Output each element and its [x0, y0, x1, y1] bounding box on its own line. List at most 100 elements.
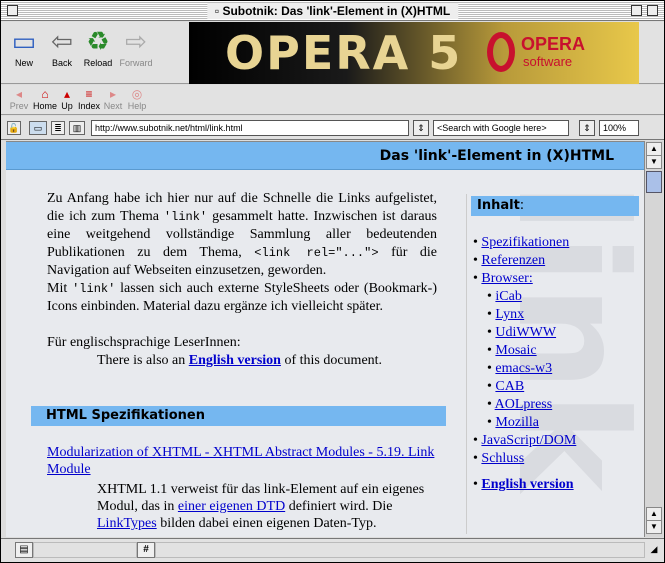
- hash-status-box[interactable]: #: [137, 542, 155, 558]
- spec-text-3: bilden dabei einen eigenen Daten-Typ.: [160, 516, 377, 531]
- toc-heading-text: Inhalt: [477, 198, 520, 213]
- toc-link-udiwww[interactable]: UdiWWW: [495, 325, 556, 340]
- toc-item: • Referenzen: [473, 253, 546, 268]
- zoom-field[interactable]: 100%: [599, 120, 639, 136]
- toc-link-aolpress[interactable]: AOLpress: [495, 397, 553, 412]
- page-title: Das 'link'-Element in (X)HTML: [379, 148, 614, 164]
- spec-text-2: definiert wird. Die: [288, 499, 393, 514]
- help-button[interactable]: ◎ Help: [125, 87, 149, 112]
- prev-icon: ◂: [15, 87, 23, 101]
- banner-headline: OPERA 5: [225, 26, 463, 80]
- spec-paragraph: XHTML 1.1 verweist für das link-Element …: [97, 481, 437, 532]
- resize-grip-icon[interactable]: ◢: [647, 542, 661, 558]
- toc-link-mozilla[interactable]: Mozilla: [495, 415, 539, 430]
- scroll-up-icon[interactable]: ▲: [646, 142, 662, 156]
- home-icon: ⌂: [41, 87, 49, 101]
- toc-link-emacs-w3[interactable]: emacs-w3: [495, 361, 552, 376]
- next-icon: ▸: [109, 87, 117, 101]
- next-label: Next: [103, 101, 123, 111]
- english-prefix: Für englischsprachige LeserInnen:: [47, 335, 241, 350]
- english-text-2: of this document.: [284, 353, 383, 368]
- reload-button[interactable]: ♻ Reload: [79, 24, 117, 82]
- toc-item: • Lynx: [487, 307, 525, 322]
- lock-icon[interactable]: 🔓: [7, 121, 21, 135]
- vertical-scrollbar[interactable]: ▲ ▼ ▲ ▼: [644, 141, 663, 537]
- index-label: Index: [77, 101, 101, 111]
- zoom-box[interactable]: [631, 5, 642, 16]
- status-bar: ▤ # ◢: [1, 538, 664, 562]
- toc-link-schluss[interactable]: Schluss: [481, 451, 524, 466]
- linktypes-link[interactable]: LinkTypes: [97, 516, 157, 531]
- forward-button[interactable]: ⇨ Forward: [117, 24, 155, 82]
- up-icon: ▴: [63, 87, 71, 101]
- collapse-box[interactable]: [647, 5, 658, 16]
- spec-link-xhtml-modules[interactable]: Modularization of XHTML - XHTML Abstract…: [47, 445, 434, 477]
- window-title-text: Subotnik: Das 'link'-Element in (X)HTML: [222, 4, 451, 18]
- forward-label: Forward: [119, 58, 153, 68]
- title-bar[interactable]: ▫ Subotnik: Das 'link'-Element in (X)HTM…: [1, 1, 664, 21]
- page-icon[interactable]: ▭: [29, 121, 47, 135]
- english-paragraph: There is also an English version of this…: [97, 352, 437, 370]
- next-button[interactable]: ▸ Next: [101, 87, 125, 112]
- intro-code-rel: <link rel="...">: [254, 246, 379, 260]
- prev-button[interactable]: ◂ Prev: [7, 87, 31, 112]
- dtd-link[interactable]: einer eigenen DTD: [178, 499, 285, 514]
- search-field[interactable]: <Search with Google here>: [433, 120, 569, 136]
- english-version-link[interactable]: English version: [189, 353, 281, 368]
- forward-arrow-icon: ⇨: [125, 26, 147, 56]
- toc-item: • English version: [473, 477, 574, 492]
- document-list-icon[interactable]: ≣: [51, 121, 65, 135]
- opera-banner-ad[interactable]: OPERA 5 OPERA software: [189, 22, 639, 84]
- toc-item: • iCab: [487, 289, 522, 304]
- scroll-up-bottom-icon[interactable]: ▲: [646, 507, 662, 521]
- scroll-down-icon[interactable]: ▼: [646, 520, 662, 534]
- toc-link-cab[interactable]: CAB: [495, 379, 524, 394]
- home-label: Home: [33, 101, 58, 111]
- toc-link-english-version[interactable]: English version: [481, 477, 573, 492]
- page-content: link Das 'link'-Element in (X)HTML Zu An…: [6, 141, 644, 537]
- toc-item: • Browser:: [473, 271, 533, 286]
- toc-link-referenzen[interactable]: Referenzen: [481, 253, 545, 268]
- toc-heading-colon: :: [519, 198, 525, 213]
- new-button[interactable]: ▭ New: [5, 24, 43, 82]
- url-field[interactable]: http://www.subotnik.net/html/link.html: [91, 120, 409, 136]
- panel-toggle-icon[interactable]: ▥: [69, 121, 85, 135]
- scroll-down-top-icon[interactable]: ▼: [646, 155, 662, 169]
- section-heading-specs: HTML Spezifikationen: [31, 406, 446, 426]
- spec-section: Modularization of XHTML - XHTML Abstract…: [47, 444, 437, 532]
- up-button[interactable]: ▴ Up: [55, 87, 79, 112]
- intro-paragraph: Zu Anfang habe ich hier nur auf die Schn…: [47, 190, 437, 280]
- document-icon: ▫: [214, 4, 223, 18]
- toc-item: • Mosaic: [487, 343, 537, 358]
- toc-link-browser[interactable]: Browser:: [481, 271, 532, 286]
- window-title: ▫ Subotnik: Das 'link'-Element in (X)HTM…: [206, 3, 459, 19]
- toc-link-icab[interactable]: iCab: [495, 289, 521, 304]
- home-button[interactable]: ⌂ Home: [33, 87, 57, 112]
- url-dropdown-button[interactable]: ⇕: [413, 120, 429, 136]
- banner-brand: OPERA: [521, 34, 586, 54]
- mit-code: 'link': [72, 282, 116, 296]
- index-button[interactable]: ≡ Index: [77, 87, 101, 112]
- back-arrow-icon: ⇦: [51, 26, 73, 56]
- toc-item: • AOLpress: [487, 397, 553, 412]
- close-box[interactable]: [7, 5, 18, 16]
- toc-item: • Mozilla: [487, 415, 539, 430]
- address-bar: 🔓 ▭ ≣ ▥ http://www.subotnik.net/html/lin…: [1, 116, 664, 140]
- back-label: Back: [51, 58, 72, 68]
- toc-item: • emacs-w3: [487, 361, 553, 376]
- toc-link-mosaic[interactable]: Mosaic: [495, 343, 536, 358]
- page-info-icon[interactable]: ▤: [15, 542, 33, 558]
- up-label: Up: [61, 101, 73, 111]
- intro-section: Zu Anfang habe ich hier nur auf die Schn…: [47, 190, 437, 370]
- search-dropdown-button[interactable]: ⇕: [579, 120, 595, 136]
- toc-heading: Inhalt:: [471, 196, 639, 216]
- browser-window: ▫ Subotnik: Das 'link'-Element in (X)HTM…: [0, 0, 665, 563]
- back-button[interactable]: ⇦ Back: [43, 24, 81, 82]
- toc-link-spezifikationen[interactable]: Spezifikationen: [481, 235, 569, 250]
- status-segment: [33, 542, 137, 558]
- opera-logo-icon: [487, 32, 515, 72]
- scroll-thumb[interactable]: [646, 171, 662, 193]
- toc-link-javascript-dom[interactable]: JavaScript/DOM: [481, 433, 576, 448]
- toc-item: • Spezifikationen: [473, 235, 570, 250]
- toc-link-lynx[interactable]: Lynx: [495, 307, 524, 322]
